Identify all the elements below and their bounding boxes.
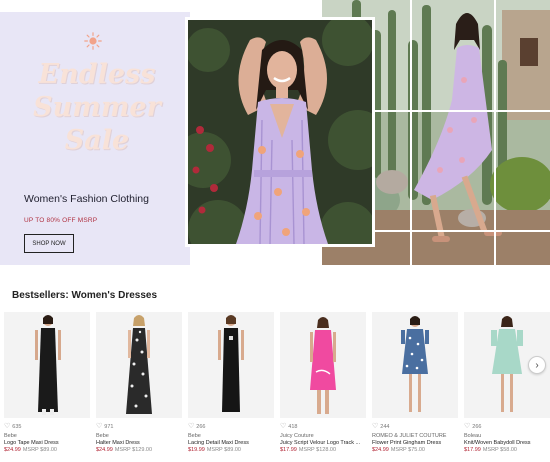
product-likes[interactable]: ♡ 418: [280, 422, 366, 431]
hero-subtitle: Women's Fashion Clothing: [24, 193, 149, 205]
product-price: $24.99: [4, 447, 21, 453]
likes-count: 244: [380, 423, 390, 430]
product-brand: ROMEO & JULIET COUTURE: [372, 433, 447, 439]
product-likes[interactable]: ♡ 971: [96, 422, 182, 431]
product-price: $19.99: [188, 447, 205, 453]
product-name[interactable]: Knit/Woven Babydoll Dress: [464, 440, 550, 446]
product-image[interactable]: [4, 312, 90, 418]
product-name[interactable]: Halter Maxi Dress: [96, 440, 182, 446]
sale-headline-line: Endless: [38, 59, 156, 90]
likes-count: 418: [288, 423, 298, 430]
product-card[interactable]: ♡ 635 Bebe Logo Tape Maxi Dress $24.99 MSR…: [4, 312, 90, 453]
carousel-next-button[interactable]: ›: [528, 356, 546, 374]
sale-headline-line: Summer: [33, 92, 161, 123]
shop-now-button[interactable]: SHOP NOW: [24, 234, 74, 253]
product-brand: Bebe: [4, 433, 17, 439]
sale-headline: Endless Summer Sale: [22, 58, 172, 157]
product-card[interactable]: ♡ 244 ROMEO & JULIET COUTURE Flower Print…: [372, 312, 458, 453]
sun-icon: [84, 32, 102, 50]
product-name[interactable]: Flower Print Gingham Dress: [372, 440, 458, 446]
product-msrp: MSRP $75.00: [390, 447, 425, 453]
sale-headline-line: Sale: [64, 125, 130, 156]
hero-photo-main: [185, 17, 375, 247]
hero-banner[interactable]: Endless Summer Sale Women's Fashion Clot…: [0, 0, 550, 265]
product-image[interactable]: [188, 312, 274, 418]
heart-icon[interactable]: ♡: [464, 423, 470, 430]
hero-promo-text: UP TO 80% OFF MSRP: [24, 217, 98, 224]
product-image[interactable]: [96, 312, 182, 418]
chevron-right-icon: ›: [535, 359, 539, 371]
likes-count: 635: [12, 423, 22, 430]
product-msrp: MSRP $58.00: [482, 447, 517, 453]
product-brand: Bebe: [188, 433, 201, 439]
product-card[interactable]: ♡ 418 Juicy Couture Juicy Script Velour L…: [280, 312, 366, 453]
photo-divider: [410, 0, 412, 265]
heart-icon[interactable]: ♡: [280, 423, 286, 430]
product-price: $17.99: [280, 447, 297, 453]
heart-icon[interactable]: ♡: [96, 423, 102, 430]
hero-text-panel: Endless Summer Sale Women's Fashion Clot…: [0, 12, 190, 265]
product-likes[interactable]: ♡ 244: [372, 422, 458, 431]
heart-icon[interactable]: ♡: [188, 423, 194, 430]
likes-count: 266: [196, 423, 206, 430]
product-name[interactable]: Juicy Script Velour Logo Track ...: [280, 440, 366, 446]
product-price: $24.99: [96, 447, 113, 453]
product-brand: Boleau: [464, 433, 482, 439]
product-name[interactable]: Lacing Detail Maxi Dress: [188, 440, 274, 446]
photo-divider: [494, 0, 496, 265]
product-msrp: MSRP $89.00: [22, 447, 57, 453]
product-likes[interactable]: ♡ 635: [4, 422, 90, 431]
product-card[interactable]: ♡ 266 Bebe Lacing Detail Maxi Dress $19.9…: [188, 312, 274, 453]
product-name[interactable]: Logo Tape Maxi Dress: [4, 440, 90, 446]
product-likes[interactable]: ♡ 266: [464, 422, 550, 431]
product-image[interactable]: [372, 312, 458, 418]
product-card[interactable]: ♡ 266 Boleau Knit/Woven Babydoll Dress $1…: [464, 312, 550, 453]
product-msrp: MSRP $89.00: [206, 447, 241, 453]
product-card[interactable]: ♡ 971 Bebe Halter Maxi Dress $24.99 MSRP $…: [96, 312, 182, 453]
likes-count: 266: [472, 423, 482, 430]
heart-icon[interactable]: ♡: [4, 423, 10, 430]
product-likes[interactable]: ♡ 266: [188, 422, 274, 431]
section-title: Bestsellers: Women's Dresses: [12, 290, 158, 301]
product-image[interactable]: [280, 312, 366, 418]
product-msrp: MSRP $129.00: [114, 447, 153, 453]
product-price: $17.99: [464, 447, 481, 453]
heart-icon[interactable]: ♡: [372, 423, 378, 430]
product-price: $24.99: [372, 447, 389, 453]
product-brand: Juicy Couture: [280, 433, 314, 439]
product-brand: Bebe: [96, 433, 109, 439]
product-carousel: ♡ 635 Bebe Logo Tape Maxi Dress $24.99 MSR…: [4, 312, 550, 462]
product-msrp: MSRP $128.00: [298, 447, 337, 453]
likes-count: 971: [104, 423, 114, 430]
